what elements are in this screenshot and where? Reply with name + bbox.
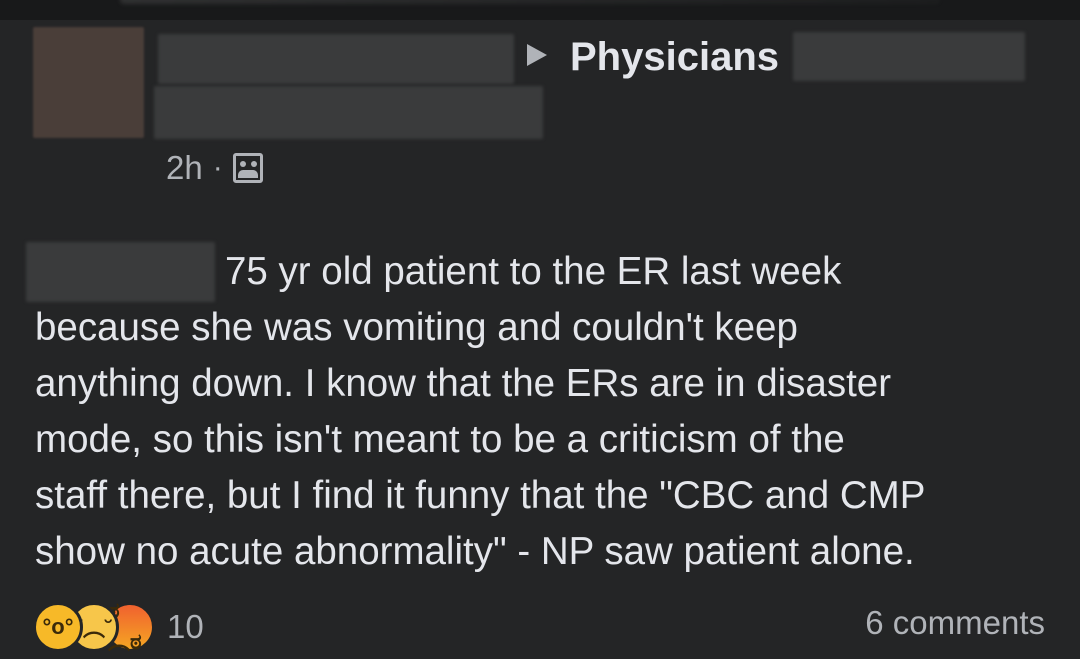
post-meta: 2h · <box>166 148 263 188</box>
cropped-previous-text <box>120 0 940 4</box>
post-body-line: anything down. I know that the ERs are i… <box>35 362 892 405</box>
author-name-redacted[interactable] <box>158 34 514 84</box>
avatar[interactable] <box>33 27 144 138</box>
group-name-link[interactable]: Physicians <box>570 32 779 82</box>
comments-count-link[interactable]: 6 comments <box>865 604 1045 642</box>
author-name-redacted-line-2 <box>154 86 543 139</box>
wow-reaction-icon: °o° <box>33 602 83 652</box>
post-body-line: because she was vomiting and couldn't ke… <box>35 306 798 349</box>
post-body-line: show no acute abnormality" - NP saw pati… <box>35 530 915 573</box>
play-arrow-icon <box>527 44 547 66</box>
post-body-line: staff there, but I find it funny that th… <box>35 474 926 517</box>
top-edge-strip <box>0 0 1080 20</box>
post-body-text: 75 yr old patient to the ER last week be… <box>35 244 1065 580</box>
group-members-icon[interactable] <box>232 153 263 183</box>
meta-separator: · <box>212 151 223 184</box>
reactions-summary[interactable]: °o° ˘︵˘ ಠ︵ಠ 10 <box>33 598 204 654</box>
reaction-count[interactable]: 10 <box>167 608 204 646</box>
post-body-line: 75 yr old patient to the ER last week <box>225 250 842 293</box>
post-timestamp[interactable]: 2h <box>166 149 203 187</box>
group-name-redacted <box>793 32 1025 81</box>
post-body-line: mode, so this isn't meant to be a critic… <box>35 418 845 461</box>
